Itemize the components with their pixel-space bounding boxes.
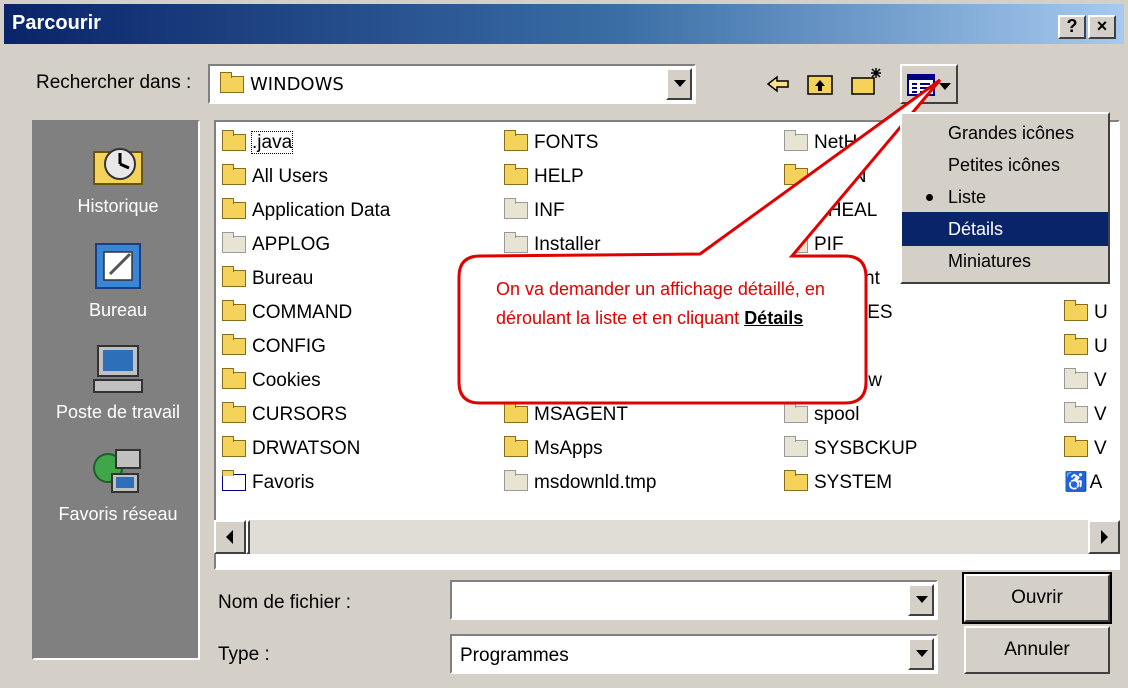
type-label: Type :	[218, 644, 270, 665]
type-combo[interactable]: Programmes	[450, 634, 938, 674]
callout-text: On va demander un affichage détaillé, en…	[496, 279, 825, 328]
filename-label: Nom de fichier :	[218, 592, 352, 613]
type-dropdown-button[interactable]	[908, 638, 934, 670]
open-button[interactable]: Ouvrir	[962, 572, 1112, 624]
menu-item-list[interactable]: Liste	[902, 180, 1108, 214]
menu-item-thumbnails[interactable]: Miniatures	[902, 244, 1108, 278]
callout-bold-word: Détails	[744, 308, 804, 328]
browse-dialog: Parcourir ? × Rechercher dans : WINDOWS	[0, 0, 1128, 688]
cancel-button[interactable]: Annuler	[964, 626, 1110, 674]
menu-item-small-icons[interactable]: Petites icônes	[902, 148, 1108, 182]
filename-combo[interactable]	[450, 580, 938, 620]
filename-dropdown-button[interactable]	[908, 584, 934, 616]
menu-item-large-icons[interactable]: Grandes icônes	[902, 116, 1108, 150]
menu-item-details[interactable]: Détails	[902, 212, 1108, 246]
radio-bullet-icon	[926, 194, 933, 201]
type-value: Programmes	[460, 645, 569, 666]
view-menu: Grandes icônes Petites icônes Liste Déta…	[900, 112, 1110, 284]
